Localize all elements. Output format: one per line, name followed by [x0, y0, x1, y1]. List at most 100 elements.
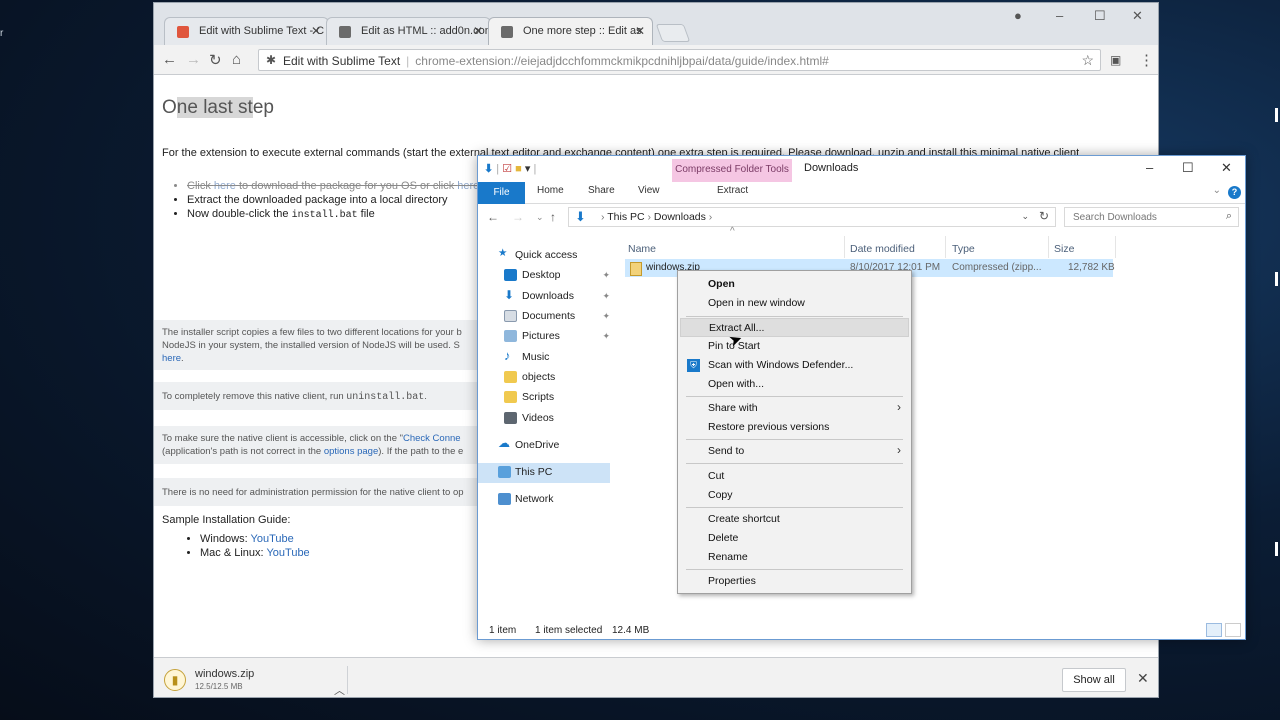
- explorer-back-button[interactable]: ←: [487, 210, 499, 224]
- status-item-count: 1 item: [489, 625, 517, 636]
- nav-pictures[interactable]: Pictures ✦: [478, 327, 610, 347]
- menu-cut[interactable]: Cut: [680, 467, 909, 486]
- nav-desktop[interactable]: Desktop ✦: [478, 266, 610, 286]
- menu-send-to[interactable]: Send to ›: [680, 442, 909, 461]
- compressed-folder-tools-tab[interactable]: Compressed Folder Tools: [672, 159, 792, 184]
- menu-create-shortcut[interactable]: Create shortcut: [680, 510, 909, 529]
- address-dropdown-icon[interactable]: ⌄: [1021, 211, 1029, 222]
- tab-close-icon[interactable]: ✕: [311, 24, 321, 38]
- menu-delete[interactable]: Delete: [680, 529, 909, 548]
- column-divider[interactable]: [1115, 236, 1116, 258]
- nav-videos[interactable]: Videos: [478, 409, 610, 429]
- column-date-modified[interactable]: Date modified: [850, 243, 915, 255]
- explorer-minimize-button[interactable]: –: [1146, 160, 1153, 175]
- nav-music[interactable]: ♪ Music: [478, 348, 610, 368]
- tab-close-icon[interactable]: ✕: [473, 24, 483, 38]
- menu-open[interactable]: Open: [680, 275, 909, 294]
- menu-properties[interactable]: Properties: [680, 572, 909, 591]
- large-icons-view-button[interactable]: [1225, 623, 1241, 637]
- music-icon: ♪: [504, 348, 511, 363]
- down-arrow-icon: ⬇: [484, 163, 494, 175]
- chevron-up-icon[interactable]: ︿: [334, 682, 345, 697]
- tab-one-more-step[interactable]: One more step :: Edit as ✕: [488, 17, 653, 45]
- nav-this-pc[interactable]: This PC: [478, 463, 610, 483]
- step-install: Now double-click the install.bat file: [187, 207, 479, 223]
- menu-pin-to-start[interactable]: Pin to Start: [680, 337, 909, 356]
- address-bar[interactable]: ✱ Edit with Sublime Text | chrome-extensio…: [258, 49, 1101, 71]
- menu-open-new-window[interactable]: Open in new window: [680, 294, 909, 313]
- column-size[interactable]: Size: [1054, 243, 1074, 255]
- check-connection-link[interactable]: Check Conne: [403, 433, 461, 444]
- forward-button[interactable]: →: [186, 51, 201, 68]
- reload-button[interactable]: ↻: [209, 51, 222, 69]
- up-button[interactable]: ↑: [550, 210, 556, 224]
- ribbon-tabs: File Home Share View Extract ⌄ ?: [478, 182, 1245, 204]
- installer-link[interactable]: here: [162, 353, 181, 364]
- explorer-close-button[interactable]: ✕: [1221, 160, 1232, 176]
- tab-edit-as-html[interactable]: Edit as HTML :: add0n.com ✕: [326, 17, 491, 45]
- navigation-pane: ★ Quick access Desktop ✦ ⬇ Downloads ✦ Docum…: [478, 236, 614, 616]
- breadcrumb-downloads[interactable]: Downloads: [654, 211, 706, 223]
- minimize-button[interactable]: –: [1056, 8, 1063, 23]
- ribbon-extract-tab[interactable]: Extract: [717, 185, 748, 196]
- home-button[interactable]: ⌂: [232, 51, 241, 68]
- column-divider[interactable]: [1048, 236, 1049, 258]
- bookmark-star-icon[interactable]: ☆: [1081, 52, 1094, 69]
- new-tab-button[interactable]: [655, 24, 691, 42]
- nav-quick-access[interactable]: ★ Quick access: [478, 246, 610, 266]
- tab-edit-sublime[interactable]: Edit with Sublime Text - C ✕: [164, 17, 329, 45]
- search-input[interactable]: Search Downloads ⌕: [1064, 207, 1239, 227]
- explorer-maximize-button[interactable]: ☐: [1182, 160, 1194, 176]
- extension-button-icon[interactable]: ▣: [1110, 53, 1121, 67]
- close-window-button[interactable]: ✕: [1132, 8, 1143, 24]
- nav-downloads[interactable]: ⬇ Downloads ✦: [478, 287, 610, 307]
- menu-extract-all[interactable]: Extract All...: [680, 318, 909, 337]
- close-downloads-icon[interactable]: ✕: [1137, 670, 1149, 687]
- ribbon-expand-icon[interactable]: ⌄: [1213, 185, 1221, 196]
- column-type[interactable]: Type: [952, 243, 975, 255]
- menu-scan-defender[interactable]: ⛨ Scan with Windows Defender...: [680, 356, 909, 375]
- explorer-title: Downloads: [804, 162, 859, 174]
- menu-restore-versions[interactable]: Restore previous versions: [680, 418, 909, 437]
- options-page-link[interactable]: options page: [324, 446, 378, 457]
- nav-network[interactable]: Network: [478, 490, 610, 510]
- nav-scripts[interactable]: Scripts: [478, 388, 610, 408]
- nav-objects[interactable]: objects: [478, 368, 610, 388]
- explorer-address-bar[interactable]: ⬇ › This PC › Downloads › ⌄ ↻: [568, 207, 1056, 227]
- menu-open-with[interactable]: Open with...: [680, 375, 909, 394]
- download-link-alt[interactable]: here: [457, 180, 479, 192]
- file-type: Compressed (zipp...: [952, 262, 1042, 273]
- ribbon-view-tab[interactable]: View: [638, 185, 660, 196]
- maximize-button[interactable]: ☐: [1094, 8, 1106, 24]
- menu-share-with[interactable]: Share with ›: [680, 399, 909, 418]
- back-button[interactable]: ←: [162, 51, 177, 68]
- column-divider[interactable]: [844, 236, 845, 258]
- explorer-forward-button[interactable]: →: [512, 210, 524, 224]
- quick-access-toolbar[interactable]: ⬇ | ☑ ■ ▾ |: [484, 162, 536, 175]
- breadcrumb-this-pc[interactable]: This PC: [607, 211, 644, 223]
- column-divider[interactable]: [945, 236, 946, 258]
- menu-copy[interactable]: Copy: [680, 486, 909, 505]
- refresh-icon[interactable]: ↻: [1039, 209, 1049, 223]
- recent-locations-icon[interactable]: ⌄: [536, 212, 544, 223]
- nav-documents[interactable]: Documents ✦: [478, 307, 610, 327]
- youtube-windows-link[interactable]: YouTube: [251, 533, 294, 545]
- ribbon-share-tab[interactable]: Share: [588, 185, 615, 196]
- download-link[interactable]: here: [214, 180, 236, 192]
- ribbon-home-tab[interactable]: Home: [537, 185, 564, 196]
- details-view-button[interactable]: [1206, 623, 1222, 637]
- downloads-divider: [347, 666, 348, 694]
- nav-onedrive[interactable]: ☁ OneDrive: [478, 436, 610, 456]
- chrome-menu-icon[interactable]: ⋮: [1139, 51, 1154, 69]
- search-icon: ⌕: [1225, 210, 1232, 222]
- show-all-button[interactable]: Show all: [1062, 668, 1126, 692]
- help-icon[interactable]: ?: [1228, 186, 1241, 199]
- file-size: 12,782 KB: [1068, 262, 1115, 273]
- tab-close-icon[interactable]: ✕: [635, 24, 645, 38]
- column-name[interactable]: Name: [628, 243, 656, 255]
- ribbon-file-tab[interactable]: File: [478, 182, 525, 204]
- menu-rename[interactable]: Rename: [680, 548, 909, 567]
- profile-icon[interactable]: ●: [1014, 8, 1022, 23]
- page-title: One last step: [162, 97, 274, 118]
- youtube-mac-link[interactable]: YouTube: [266, 547, 309, 559]
